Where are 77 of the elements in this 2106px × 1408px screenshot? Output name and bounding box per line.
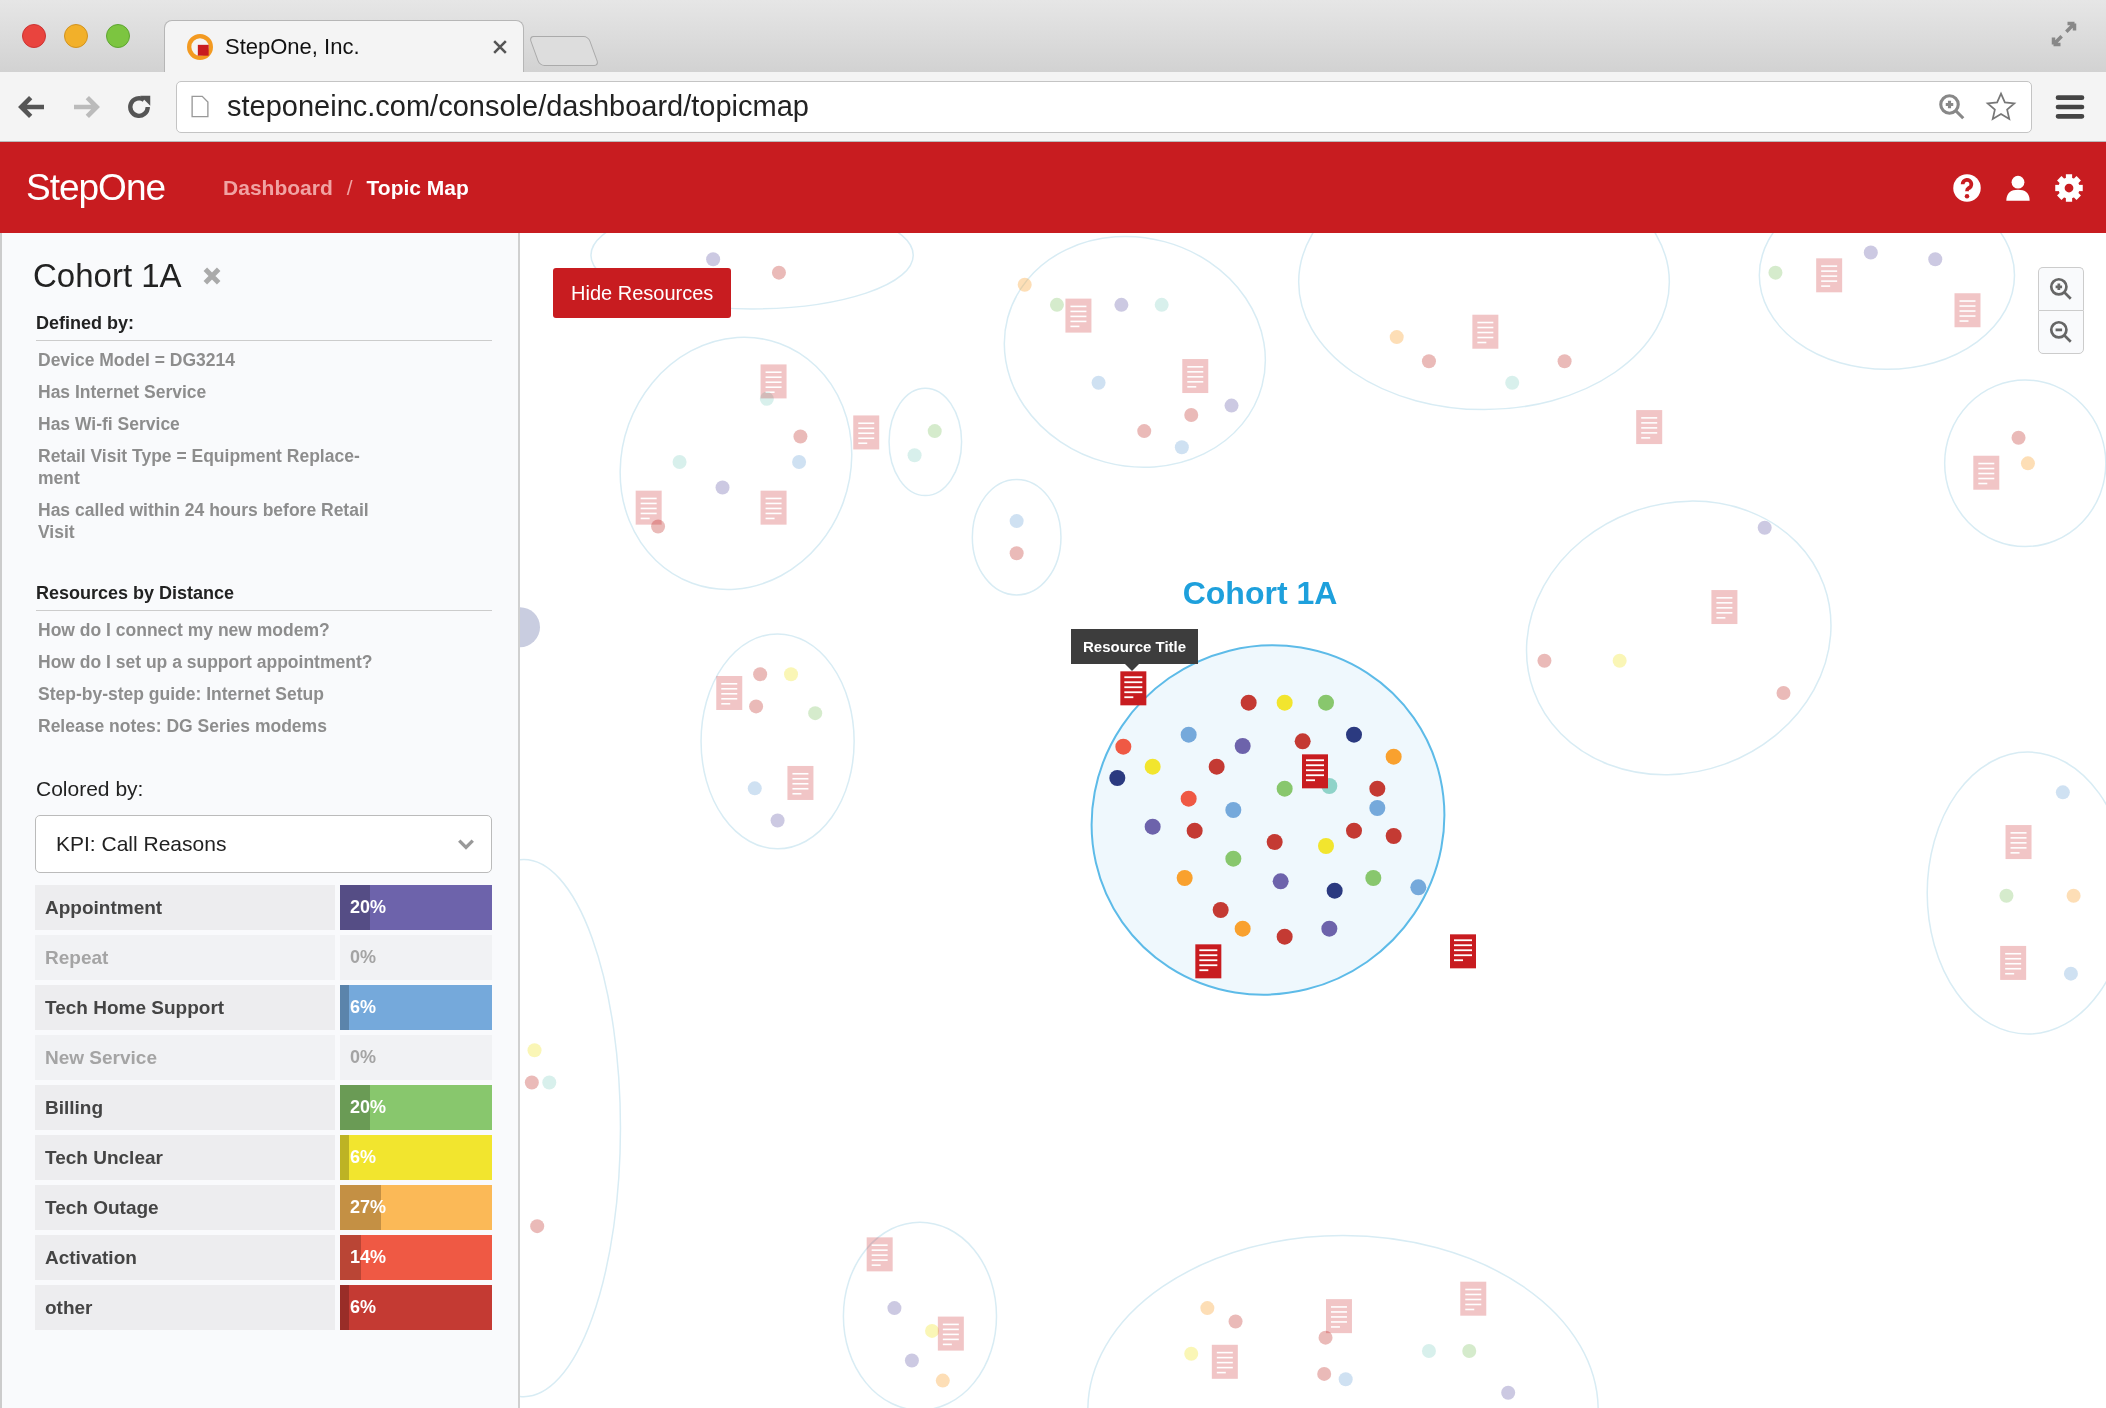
- zoom-out-icon: [2048, 319, 2074, 345]
- document-icon[interactable]: [1302, 754, 1328, 789]
- legend-label[interactable]: Tech Home Support: [35, 985, 335, 1030]
- criterion-text: Device Model = DG3214: [38, 349, 236, 371]
- panel-handle[interactable]: [520, 607, 540, 648]
- data-point[interactable]: [1276, 928, 1293, 945]
- close-icon[interactable]: [201, 266, 222, 286]
- legend-label[interactable]: Activation: [35, 1235, 335, 1280]
- data-point[interactable]: [1321, 920, 1338, 937]
- help-icon[interactable]: [1952, 172, 1982, 203]
- legend-label[interactable]: other: [35, 1285, 335, 1330]
- legend-value: 20%: [349, 1097, 387, 1118]
- cohort-title: Cohort 1A: [33, 257, 182, 295]
- criterion-text: Has called within 24 hours before Retail Visit: [38, 499, 370, 543]
- data-point[interactable]: [1272, 873, 1289, 890]
- browser-tab[interactable]: StepOne, Inc.: [164, 20, 524, 72]
- data-point[interactable]: [1186, 822, 1203, 839]
- hide-resources-button[interactable]: Hide Resources: [553, 268, 732, 318]
- section-heading: Defined by:: [36, 313, 492, 341]
- zoom-out-button[interactable]: [2038, 310, 2084, 354]
- legend-value: 14%: [349, 1247, 387, 1268]
- legend-value: 20%: [349, 897, 387, 918]
- address-bar[interactable]: steponeinc.com/console/dashboard/topicmap: [176, 80, 2032, 133]
- close-window-button[interactable]: [22, 24, 46, 48]
- legend-value: 6%: [349, 1297, 376, 1318]
- legend-value: 6%: [349, 997, 376, 1018]
- document-icon[interactable]: [1195, 944, 1222, 979]
- legend-value: 0%: [349, 1047, 376, 1068]
- data-point[interactable]: [1294, 733, 1311, 750]
- criterion-text: Has Internet Service: [38, 381, 208, 403]
- tab-title: StepOne, Inc.: [225, 33, 361, 60]
- legend-label[interactable]: Tech Outage: [35, 1185, 335, 1230]
- data-point[interactable]: [1369, 780, 1386, 797]
- legend-label[interactable]: Tech Unclear: [35, 1135, 335, 1180]
- data-point[interactable]: [1208, 758, 1225, 775]
- logo[interactable]: StepOne: [26, 166, 166, 209]
- criterion-text: Retail Visit Type = Equipment Replace- ment: [38, 445, 361, 489]
- chevron-down-icon: [457, 838, 475, 850]
- legend-value: 0%: [349, 947, 376, 968]
- favicon-icon: [187, 33, 213, 60]
- star-icon[interactable]: [1985, 90, 2017, 123]
- data-point[interactable]: [1326, 882, 1343, 899]
- page-icon: [191, 95, 209, 118]
- cluster-label: Cohort 1A: [1182, 575, 1338, 612]
- minimize-window-button[interactable]: [64, 24, 88, 48]
- fullscreen-icon[interactable]: [2050, 20, 2078, 48]
- data-point[interactable]: [1385, 828, 1402, 844]
- data-point[interactable]: [1212, 902, 1229, 918]
- document-icon[interactable]: [1450, 934, 1476, 969]
- legend-label[interactable]: Billing: [35, 1085, 335, 1130]
- criterion-text: Has Wi-fi Service: [38, 413, 181, 435]
- data-point[interactable]: [1240, 694, 1257, 711]
- tooltip-pointer: [1125, 664, 1139, 671]
- tooltip: Resource Title: [1071, 629, 1199, 664]
- breadcrumb-link[interactable]: Topic Map: [366, 175, 469, 200]
- breadcrumb-separator: /: [346, 175, 353, 200]
- colored-by-label: Colored by:: [36, 777, 145, 801]
- legend-value: 6%: [349, 1147, 376, 1168]
- document-icon[interactable]: [635, 490, 662, 525]
- kpi-dropdown[interactable]: KPI: Call Reasons: [35, 815, 492, 873]
- section-heading: Resources by Distance: [36, 583, 492, 611]
- data-point[interactable]: [1144, 818, 1161, 835]
- user-icon[interactable]: [2004, 173, 2032, 202]
- legend-value: 27%: [349, 1197, 387, 1218]
- data-point[interactable]: [1346, 726, 1362, 743]
- settings-icon[interactable]: [2054, 172, 2084, 203]
- data-point[interactable]: [1234, 738, 1251, 754]
- legend-label[interactable]: Appointment: [35, 885, 335, 930]
- data-point[interactable]: [1346, 822, 1362, 839]
- zoom-in-button[interactable]: [2038, 267, 2084, 310]
- document-icon[interactable]: [1120, 671, 1147, 706]
- data-point[interactable]: [1266, 834, 1283, 850]
- close-tab-icon[interactable]: [493, 39, 507, 54]
- zoom-icon[interactable]: [1937, 91, 1967, 122]
- maximize-window-button[interactable]: [106, 24, 130, 48]
- data-point[interactable]: [1109, 770, 1126, 786]
- zoom-in-icon: [2048, 276, 2074, 302]
